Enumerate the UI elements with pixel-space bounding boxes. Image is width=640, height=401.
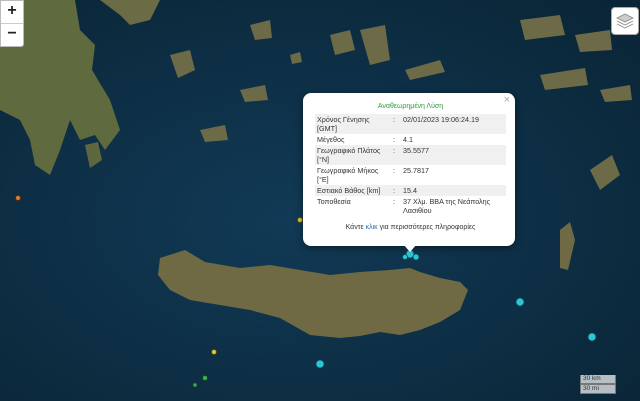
more-info-suffix: για περισσότερες πληροφορίες — [377, 224, 476, 231]
detail-separator: : — [393, 166, 395, 175]
earthquake-marker — [202, 375, 208, 381]
earthquake-marker — [211, 349, 217, 355]
detail-value: 4.1 — [403, 135, 413, 144]
detail-label: Τοποθεσία — [317, 197, 351, 206]
detail-separator: : — [393, 197, 395, 206]
detail-row: Εστιακό Βάθος [km]:15.4 — [315, 185, 506, 196]
event-details-table: Χρόνος Γένησης [GMT]:02/01/2023 19:06:24… — [315, 114, 506, 216]
earthquake-marker — [402, 254, 408, 260]
detail-row: Γεωγραφικό Μήκος [°E]:25.7817 — [315, 165, 506, 185]
detail-separator: : — [391, 145, 401, 165]
earthquake-marker — [297, 217, 303, 223]
detail-label: Εστιακό Βάθος [km] — [315, 185, 391, 196]
detail-row: Τοποθεσία:37 Χλμ. ΒΒΑ της Νεάπολης Λασιθ… — [315, 196, 506, 216]
zoom-out-button[interactable]: − — [1, 23, 23, 46]
earthquake-popup: × Αναθεωρημένη Λύση Χρόνος Γένησης [GMT]… — [303, 93, 515, 246]
detail-separator: : — [391, 185, 401, 196]
more-info-prefix: Κάντε — [345, 224, 366, 231]
more-info-text: Κάντε κλικ για περισσότερες πληροφορίες — [315, 224, 506, 231]
scale-mi: 30 mi — [580, 384, 616, 394]
detail-value: 35.5577 — [401, 145, 506, 165]
detail-separator: : — [391, 114, 401, 134]
zoom-in-button[interactable]: + — [1, 1, 23, 23]
layers-icon — [616, 13, 634, 29]
detail-value: 15.4 — [401, 185, 506, 196]
detail-value: 02/01/2023 19:06:24.19 — [401, 114, 506, 134]
detail-label: Μέγεθος — [317, 135, 345, 144]
popup-title: Αναθεωρημένη Λύση — [377, 103, 444, 110]
earthquake-marker — [15, 195, 21, 201]
detail-row: Χρόνος Γένησης [GMT]:02/01/2023 19:06:24… — [315, 114, 506, 134]
detail-row: Μέγεθος:4.1 — [315, 134, 506, 145]
detail-value: 37 Χλμ. ΒΒΑ της Νεάπολης Λασιθίου — [403, 197, 491, 215]
scale-km: 30 km — [580, 375, 616, 384]
layers-button[interactable] — [611, 7, 639, 35]
earthquake-marker — [587, 332, 597, 342]
detail-row: Γεωγραφικό Πλάτος [°N]:35.5577 — [315, 145, 506, 165]
earthquake-marker — [412, 253, 420, 261]
popup-tip — [403, 244, 417, 252]
earthquake-marker — [515, 297, 525, 307]
detail-label: Γεωγραφικό Μήκος [°E] — [317, 166, 379, 184]
detail-label: Χρόνος Γένησης [GMT] — [315, 114, 391, 134]
detail-separator: : — [393, 135, 395, 144]
scale-bar: 30 km 30 mi — [580, 375, 616, 394]
earthquake-marker — [315, 359, 325, 369]
detail-value: 25.7817 — [403, 166, 429, 175]
earthquake-marker — [192, 382, 198, 388]
zoom-control: + − — [0, 0, 24, 47]
more-info-link[interactable]: κλικ — [366, 224, 378, 231]
detail-label: Γεωγραφικό Πλάτος [°N] — [315, 145, 391, 165]
